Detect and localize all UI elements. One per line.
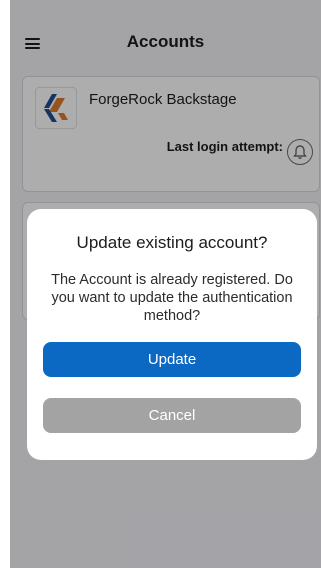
cancel-button[interactable]: Cancel [43,398,301,433]
update-account-dialog: Update existing account? The Account is … [27,209,317,460]
dialog-title: Update existing account? [76,233,268,252]
dialog-message: The Account is already registered. Do yo… [51,272,293,324]
update-button[interactable]: Update [43,342,301,377]
app-screen: Accounts ForgeRock Backstage Last login … [10,0,321,568]
